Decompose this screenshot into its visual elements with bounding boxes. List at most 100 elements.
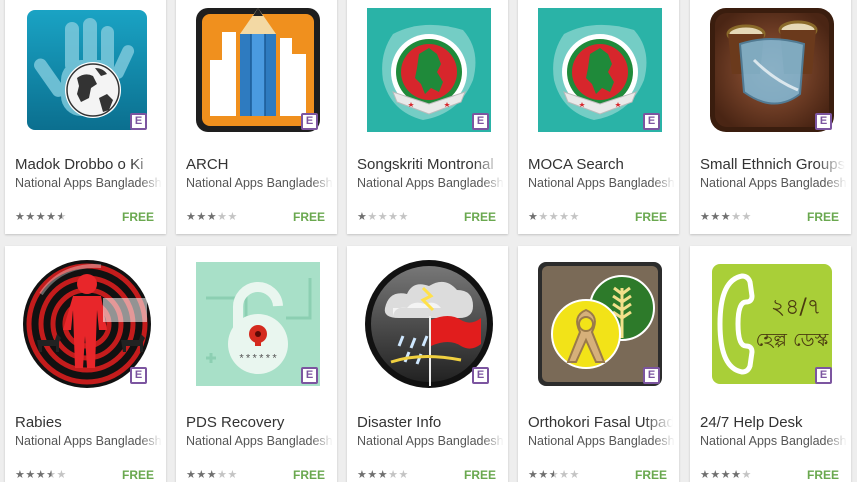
star-icon: ★ bbox=[720, 469, 732, 481]
star-icon: ★ bbox=[217, 211, 228, 223]
price-label: FREE bbox=[463, 468, 496, 482]
rating-stars: ★★★★★ bbox=[528, 210, 580, 223]
star-icon: ★ bbox=[741, 211, 752, 223]
star-icon: ★ bbox=[357, 469, 368, 481]
star-icon: ★ bbox=[710, 469, 721, 481]
star-icon: ★ bbox=[569, 211, 580, 223]
price-label: FREE bbox=[806, 210, 839, 224]
drum-shield-icon: E bbox=[706, 4, 838, 136]
star-icon: ★ bbox=[731, 211, 742, 223]
price-label: FREE bbox=[806, 468, 839, 482]
star-icon: ★ bbox=[398, 469, 409, 481]
star-icon: ★ bbox=[741, 469, 752, 481]
star-icon: ★ bbox=[196, 469, 207, 481]
star-icon: ★ bbox=[398, 211, 409, 223]
publisher-badge-icon: E bbox=[815, 113, 832, 130]
app-card[interactable]: E ARCH National Apps Bangladesh ★★★★★ FR… bbox=[176, 0, 337, 234]
developer-name[interactable]: National Apps Bangladesh bbox=[186, 176, 333, 190]
developer-name[interactable]: National Apps Bangladesh bbox=[15, 434, 162, 448]
app-card[interactable]: ২৪/৭ হেল্প ডেস্ক E 24/7 Help Desk Nation… bbox=[690, 246, 851, 482]
publisher-badge-icon: E bbox=[643, 367, 660, 384]
app-card[interactable]: E Disaster Info National Apps Bangladesh… bbox=[347, 246, 508, 482]
app-card[interactable]: E Orthokori Fasal Utpadon National Apps … bbox=[518, 246, 679, 482]
star-icon: ★ bbox=[731, 469, 742, 481]
app-card[interactable]: E Small Ethnich Groups National Apps Ban… bbox=[690, 0, 851, 234]
bangladesh-map-emblem-icon: E bbox=[363, 4, 495, 136]
developer-name[interactable]: National Apps Bangladesh bbox=[186, 434, 333, 448]
star-icon: ★ bbox=[186, 211, 197, 223]
rating-stars: ★★★★★ bbox=[186, 210, 238, 223]
rating-stars: ★★★★★ bbox=[357, 468, 409, 481]
price-label: FREE bbox=[634, 210, 667, 224]
publisher-badge-icon: E bbox=[815, 367, 832, 384]
app-card[interactable]: E Songskriti Montronal National Apps Ban… bbox=[347, 0, 508, 234]
password-mask-text: ****** bbox=[238, 354, 278, 366]
app-title[interactable]: Orthokori Fasal Utpadon bbox=[528, 414, 673, 431]
developer-name[interactable]: National Apps Bangladesh bbox=[357, 176, 504, 190]
app-card[interactable]: E Rabies National Apps Bangladesh ★★★★★ … bbox=[5, 246, 166, 482]
star-icon: ★ bbox=[367, 469, 378, 481]
helpdesk-label-text: হেল্প ডেস্ক bbox=[756, 329, 829, 351]
star-icon: ★ bbox=[15, 469, 26, 481]
star-icon: ★ bbox=[357, 211, 368, 223]
app-title[interactable]: 24/7 Help Desk bbox=[700, 414, 845, 431]
publisher-badge-icon: E bbox=[130, 113, 147, 130]
app-title[interactable]: Disaster Info bbox=[357, 414, 502, 431]
star-icon: ★ bbox=[700, 211, 711, 223]
publisher-badge-icon: E bbox=[643, 113, 660, 130]
star-icon: ★ bbox=[206, 211, 218, 223]
padlock-password-icon: ****** E bbox=[192, 258, 324, 390]
developer-name[interactable]: National Apps Bangladesh bbox=[700, 176, 847, 190]
app-title[interactable]: Rabies bbox=[15, 414, 160, 431]
telephone-helpdesk-icon: ২৪/৭ হেল্প ডেস্ক E bbox=[706, 258, 838, 390]
developer-name[interactable]: National Apps Bangladesh bbox=[528, 176, 675, 190]
publisher-badge-icon: E bbox=[301, 367, 318, 384]
developer-name[interactable]: National Apps Bangladesh bbox=[528, 434, 675, 448]
ribbon-rice-icon: E bbox=[534, 258, 666, 390]
publisher-badge-icon: E bbox=[472, 113, 489, 130]
star-icon: ★ bbox=[559, 211, 570, 223]
pencil-building-icon: E bbox=[192, 4, 324, 136]
star-icon: ★ bbox=[46, 211, 57, 223]
price-label: FREE bbox=[121, 468, 154, 482]
rating-stars: ★★★★★ bbox=[700, 468, 752, 481]
developer-name[interactable]: National Apps Bangladesh bbox=[357, 434, 504, 448]
price-label: FREE bbox=[634, 468, 667, 482]
star-icon: ★ bbox=[710, 211, 721, 223]
app-card[interactable]: ****** E PDS Recovery National Apps Bang… bbox=[176, 246, 337, 482]
app-grid: E Madok Drobbo o Ki National Apps Bangla… bbox=[0, 0, 857, 482]
star-icon: ★ bbox=[46, 469, 57, 481]
star-icon: ★ bbox=[538, 211, 549, 223]
price-label: FREE bbox=[121, 210, 154, 224]
price-label: FREE bbox=[463, 210, 496, 224]
star-icon: ★ bbox=[388, 211, 399, 223]
hand-globe-icon: E bbox=[21, 4, 153, 136]
app-card[interactable]: E Madok Drobbo o Ki National Apps Bangla… bbox=[5, 0, 166, 234]
star-icon: ★ bbox=[720, 211, 732, 223]
star-icon: ★ bbox=[56, 469, 67, 481]
app-title[interactable]: Madok Drobbo o Ki bbox=[15, 156, 160, 173]
app-title[interactable]: Songskriti Montronal bbox=[357, 156, 502, 173]
publisher-badge-icon: E bbox=[301, 113, 318, 130]
star-icon: ★ bbox=[25, 469, 36, 481]
developer-name[interactable]: National Apps Bangladesh bbox=[15, 176, 162, 190]
person-dog-radar-icon: E bbox=[21, 258, 153, 390]
app-title[interactable]: Small Ethnich Groups bbox=[700, 156, 845, 173]
publisher-badge-icon: E bbox=[472, 367, 489, 384]
star-icon: ★ bbox=[186, 469, 197, 481]
rating-stars: ★★★★★ bbox=[15, 468, 67, 481]
star-icon: ★ bbox=[700, 469, 711, 481]
app-title[interactable]: PDS Recovery bbox=[186, 414, 331, 431]
app-title[interactable]: ARCH bbox=[186, 156, 331, 173]
star-icon: ★ bbox=[227, 211, 238, 223]
star-icon: ★ bbox=[15, 211, 26, 223]
star-icon: ★ bbox=[227, 469, 238, 481]
rating-stars: ★★★★★ bbox=[186, 468, 238, 481]
star-icon: ★ bbox=[35, 469, 47, 481]
developer-name[interactable]: National Apps Bangladesh bbox=[700, 434, 847, 448]
bangladesh-map-emblem-icon: E bbox=[534, 4, 666, 136]
star-icon: ★ bbox=[538, 469, 549, 481]
app-title[interactable]: MOCA Search bbox=[528, 156, 673, 173]
app-card[interactable]: E MOCA Search National Apps Bangladesh ★… bbox=[518, 0, 679, 234]
star-icon: ★ bbox=[217, 469, 228, 481]
